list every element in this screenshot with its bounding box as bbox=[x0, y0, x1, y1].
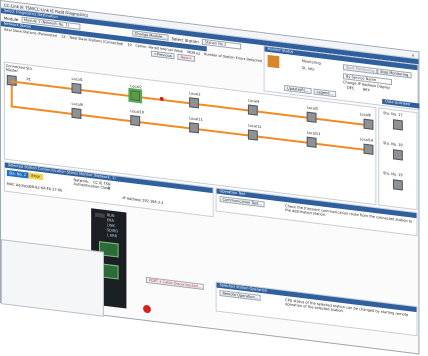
node-local9-label: Local9 bbox=[71, 101, 83, 108]
stat-total-connected-value: 10 bbox=[127, 42, 132, 48]
close-icon[interactable]: × bbox=[411, 52, 414, 57]
node-local3-label: Local3 bbox=[189, 91, 201, 97]
node-local6-label: Local6 bbox=[359, 112, 372, 118]
node-local4[interactable] bbox=[247, 104, 258, 116]
node-local6[interactable] bbox=[363, 118, 374, 130]
background-window bbox=[0, 239, 104, 317]
ip-address-value: 192.168.3.2 bbox=[142, 198, 164, 206]
monitor-status-icon bbox=[267, 54, 280, 69]
plc-run-led bbox=[95, 212, 105, 218]
trunk-line bbox=[10, 85, 13, 106]
selected-operation-panel: Selected Station Operation Remote Operat… bbox=[215, 281, 418, 337]
node-local4-label: Local4 bbox=[247, 98, 260, 104]
node-local13[interactable] bbox=[306, 136, 317, 148]
port-p1-label: P1 bbox=[26, 77, 31, 82]
node-local10[interactable] bbox=[130, 115, 141, 127]
side-node-17[interactable] bbox=[392, 119, 403, 131]
view-mode-text: St. Info bbox=[301, 66, 315, 72]
mac-address-label: MAC Address: bbox=[6, 181, 32, 189]
side-node-18-label: Sta. No. 18 bbox=[383, 141, 403, 148]
node-local11[interactable] bbox=[189, 122, 199, 134]
master-label: Master bbox=[5, 67, 18, 74]
node-local14-label: Local14 bbox=[359, 137, 374, 143]
node-local12[interactable] bbox=[247, 129, 258, 141]
disconnect-error-icon bbox=[143, 304, 151, 314]
module-label: Module bbox=[3, 14, 19, 22]
port2-disconnected-button[interactable]: PORT 2 Cable Disconnected... bbox=[146, 276, 205, 291]
node-local5-label: Local5 bbox=[306, 105, 319, 112]
error-icon bbox=[159, 96, 164, 102]
side-node-17-label: Sta. No. 17 bbox=[383, 111, 403, 118]
side-node-19[interactable] bbox=[392, 179, 403, 191]
monitoring-text: Monitoring bbox=[301, 59, 321, 66]
node-local2-label: Local2 bbox=[130, 84, 142, 90]
data-unlinked-header: Data Unlinked bbox=[382, 98, 420, 109]
node-local11-label: Local11 bbox=[189, 116, 203, 122]
node-local1[interactable] bbox=[71, 82, 82, 94]
node-local2[interactable] bbox=[128, 87, 143, 104]
node-local5[interactable] bbox=[306, 111, 317, 123]
node-local9[interactable] bbox=[71, 107, 82, 119]
node-local3[interactable] bbox=[189, 97, 199, 109]
station-number-tag: Sta. No. 2 bbox=[6, 169, 29, 179]
node-local12-label: Local12 bbox=[247, 123, 262, 130]
unlinked-station-list: Sta. No. 17 Sta. No. 18 Sta. No. 19 bbox=[378, 107, 418, 211]
mac-address-value: 08-62-6A-F6-27-0E bbox=[29, 184, 63, 193]
node-local14[interactable] bbox=[363, 143, 374, 155]
update-button[interactable]: Update(R)... bbox=[284, 84, 312, 95]
hex-radio[interactable]: HEX bbox=[363, 88, 370, 93]
station-error-status: Error bbox=[28, 172, 43, 181]
stat-total-param-value: 12 bbox=[61, 34, 66, 40]
diagnostics-window: CC-Link IE TSN/CC-Link IE Field Diagnost… bbox=[0, 0, 420, 355]
node-local1-label: Local1 bbox=[71, 76, 83, 83]
dec-radio[interactable]: DEC bbox=[347, 86, 354, 91]
ip-address-label: IP Address: bbox=[122, 196, 143, 203]
next-button[interactable]: Next> bbox=[177, 53, 195, 62]
legend-button[interactable]: Legend... bbox=[313, 88, 336, 98]
plc-lerr-label: L ERR bbox=[106, 233, 118, 239]
node-local10-label: Local10 bbox=[130, 109, 144, 115]
node-local13-label: Local13 bbox=[306, 130, 321, 137]
side-node-18[interactable] bbox=[392, 149, 403, 161]
auth-class-value: B bbox=[107, 186, 111, 191]
side-node-19-label: Sta. No. 19 bbox=[383, 171, 403, 178]
